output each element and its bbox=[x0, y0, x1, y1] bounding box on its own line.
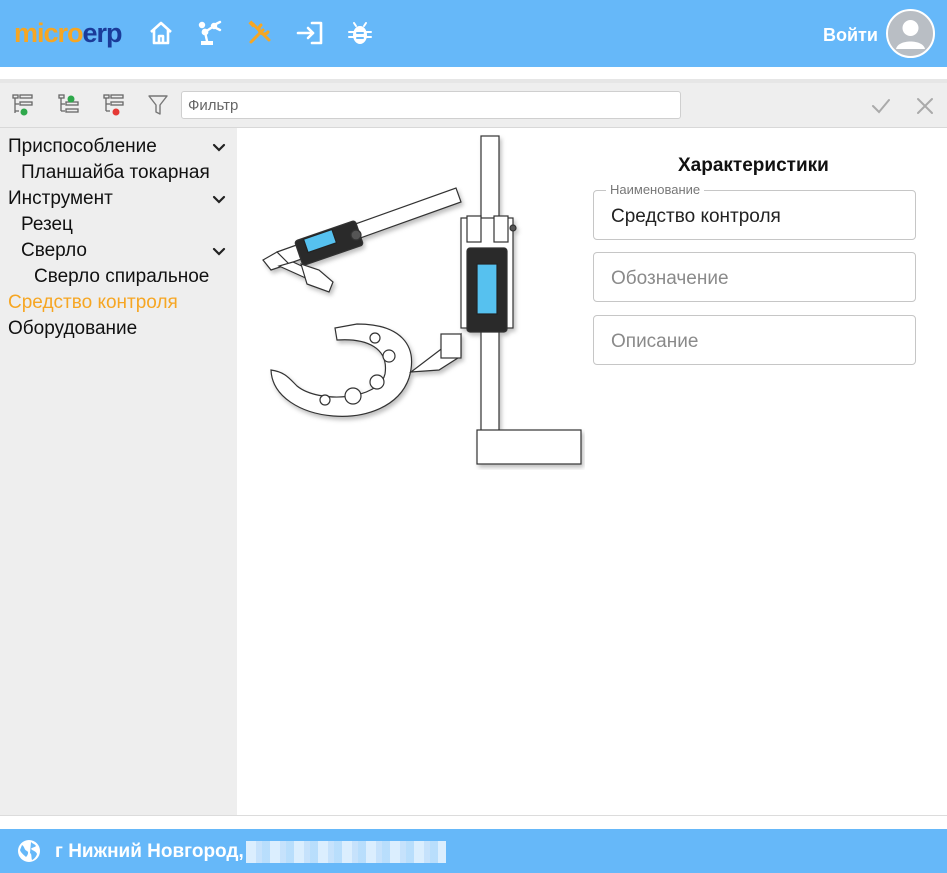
name-field[interactable]: Наименование Средство контроля bbox=[593, 182, 916, 240]
panel-title: Характеристики bbox=[678, 155, 829, 176]
header-separator bbox=[0, 67, 947, 83]
home-icon[interactable] bbox=[147, 19, 175, 47]
tree-remove-icon[interactable] bbox=[101, 92, 127, 118]
location-text: г Нижний Новгород, bbox=[55, 841, 244, 862]
tree-add-icon[interactable] bbox=[56, 92, 82, 118]
app-logo[interactable]: microerp bbox=[14, 18, 123, 49]
logo-erp: erp bbox=[82, 18, 123, 48]
tree-item-oborudovanie[interactable]: Оборудование bbox=[8, 318, 137, 344]
tree-expand-icon[interactable] bbox=[10, 92, 36, 118]
chevron-down-icon[interactable] bbox=[210, 191, 228, 209]
filter-icon[interactable] bbox=[146, 92, 172, 118]
bug-icon[interactable] bbox=[346, 19, 374, 47]
tree-item-prisposoblenie[interactable]: Приспособление bbox=[8, 136, 157, 162]
footer-separator bbox=[0, 815, 947, 829]
filter-input[interactable] bbox=[181, 91, 681, 119]
chevron-down-icon[interactable] bbox=[210, 139, 228, 157]
designation-field[interactable]: Обозначение bbox=[593, 252, 916, 302]
name-field-value[interactable]: Средство контроля bbox=[611, 206, 781, 228]
logo-micro: micro bbox=[14, 18, 84, 48]
name-field-label: Наименование bbox=[606, 182, 705, 197]
sign-in-icon[interactable] bbox=[296, 19, 324, 47]
details-panel: Характеристики Наименование Средство кон… bbox=[237, 128, 947, 815]
category-tree: Приспособление Планшайба токарная Инстру… bbox=[0, 128, 237, 815]
tree-item-instrument[interactable]: Инструмент bbox=[8, 188, 113, 214]
tree-item-sverlo-spiralnoe[interactable]: Сверло спиральное bbox=[34, 266, 209, 292]
tree-item-sredstvo-kontrolya[interactable]: Средство контроля bbox=[8, 292, 178, 318]
app-header: microerp Войти bbox=[0, 0, 947, 67]
tree-item-sverlo[interactable]: Сверло bbox=[21, 240, 87, 266]
globe-icon bbox=[16, 838, 42, 864]
redacted-address bbox=[246, 841, 446, 863]
login-button[interactable]: Войти bbox=[823, 25, 878, 46]
description-field-placeholder[interactable]: Описание bbox=[611, 331, 698, 353]
description-field[interactable]: Описание bbox=[593, 315, 916, 365]
user-icon bbox=[896, 20, 925, 49]
close-icon[interactable] bbox=[912, 93, 938, 119]
avatar[interactable] bbox=[886, 9, 935, 58]
robot-arm-icon[interactable] bbox=[197, 19, 225, 47]
toolbar bbox=[0, 83, 947, 128]
designation-field-placeholder[interactable]: Обозначение bbox=[611, 268, 729, 290]
measuring-tools-illustration bbox=[262, 135, 582, 465]
tree-item-rezets[interactable]: Резец bbox=[21, 214, 73, 240]
tree-item-planshaiba[interactable]: Планшайба токарная bbox=[21, 162, 210, 188]
tools-icon[interactable] bbox=[246, 19, 274, 47]
app-footer: г Нижний Новгород, bbox=[0, 829, 947, 873]
check-icon[interactable] bbox=[868, 93, 894, 119]
chevron-down-icon[interactable] bbox=[210, 243, 228, 261]
